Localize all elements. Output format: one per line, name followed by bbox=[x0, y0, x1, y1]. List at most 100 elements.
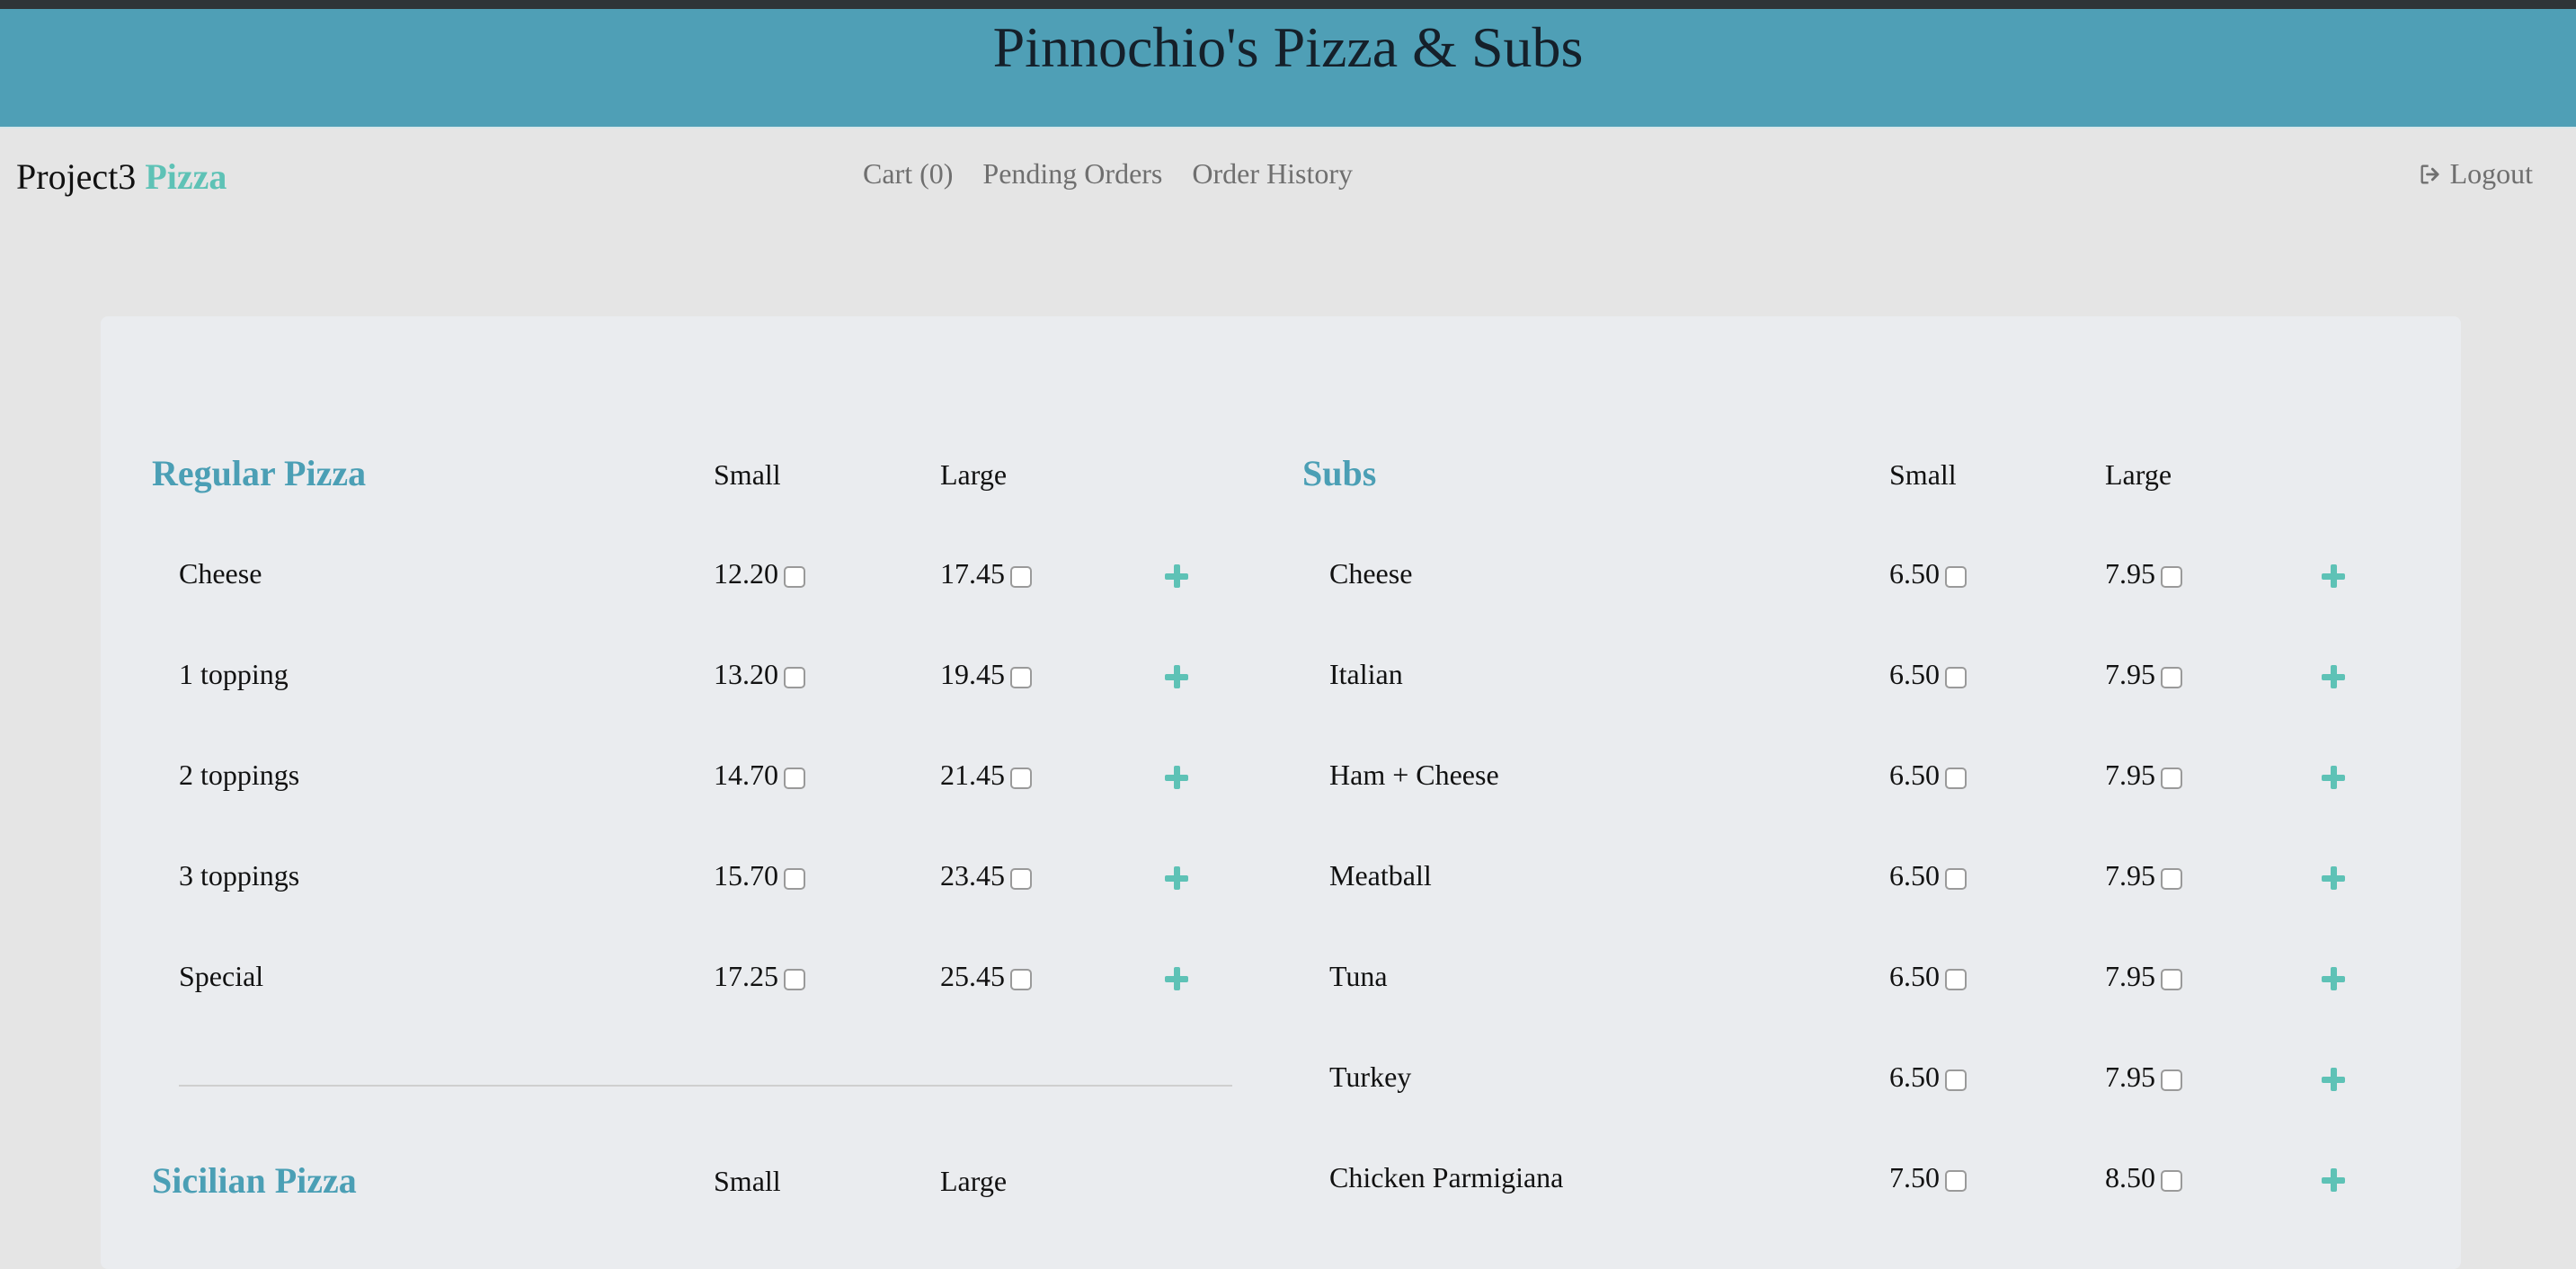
subs-item-name: Ham + Cheese bbox=[1329, 759, 1499, 791]
subs-item-name: Tuna bbox=[1329, 960, 1388, 992]
subs-large-checkbox[interactable] bbox=[2161, 666, 2182, 688]
regular-large-price: 19.45 bbox=[940, 658, 1032, 691]
subs-large-price: 7.95 bbox=[2105, 557, 2182, 590]
add-to-cart-plus-icon[interactable] bbox=[2322, 866, 2345, 890]
subs-small-price: 6.50 bbox=[1889, 859, 1967, 892]
subs-large-checkbox[interactable] bbox=[2161, 767, 2182, 789]
subs-small-price-value: 7.50 bbox=[1889, 1161, 1940, 1194]
subs-small-price-value: 6.50 bbox=[1889, 960, 1940, 992]
regular-small-price-value: 17.25 bbox=[714, 960, 778, 992]
subs-large-price-value: 8.50 bbox=[2105, 1161, 2155, 1194]
regular-small-price: 12.20 bbox=[714, 557, 805, 590]
subs-large-price: 7.95 bbox=[2105, 960, 2182, 993]
subs-small-checkbox[interactable] bbox=[1945, 767, 1967, 789]
regular-large-price-value: 19.45 bbox=[940, 658, 1005, 690]
add-to-cart-plus-icon[interactable] bbox=[2322, 766, 2345, 789]
sicilian-small-header: Small bbox=[714, 1165, 781, 1197]
regular-small-price-value: 15.70 bbox=[714, 859, 778, 892]
brand-main: Project3 bbox=[16, 156, 137, 197]
header-banner: Pinnochio's Pizza & Subs bbox=[0, 9, 2576, 129]
regular-small-checkbox[interactable] bbox=[784, 767, 805, 789]
regular-small-price-value: 14.70 bbox=[714, 759, 778, 791]
add-to-cart-plus-icon[interactable] bbox=[2322, 1068, 2345, 1091]
subs-small-checkbox[interactable] bbox=[1945, 968, 1967, 990]
subs-small-checkbox[interactable] bbox=[1945, 666, 1967, 688]
add-to-cart-plus-icon[interactable] bbox=[1165, 665, 1188, 688]
subs-item-name: Cheese bbox=[1329, 557, 1413, 590]
regular-small-checkbox[interactable] bbox=[784, 867, 805, 890]
logout-label: Logout bbox=[2449, 157, 2533, 190]
subs-small-price: 6.50 bbox=[1889, 557, 1967, 590]
sicilian-pizza-title: Sicilian Pizza bbox=[152, 1160, 357, 1201]
subs-large-checkbox[interactable] bbox=[2161, 968, 2182, 990]
nav-cart-link[interactable]: Cart (0) bbox=[863, 157, 953, 191]
add-to-cart-plus-icon[interactable] bbox=[1165, 766, 1188, 789]
subs-large-price-value: 7.95 bbox=[2105, 859, 2155, 892]
subs-small-price: 6.50 bbox=[1889, 658, 1967, 691]
sign-out-icon bbox=[2421, 164, 2439, 183]
subs-small-checkbox[interactable] bbox=[1945, 565, 1967, 588]
subs-small-price: 7.50 bbox=[1889, 1161, 1967, 1194]
regular-pizza-title: Regular Pizza bbox=[152, 453, 367, 493]
subs-large-price: 7.95 bbox=[2105, 658, 2182, 691]
regular-large-price: 25.45 bbox=[940, 960, 1032, 993]
regular-large-checkbox[interactable] bbox=[1010, 867, 1032, 890]
subs-small-checkbox[interactable] bbox=[1945, 1069, 1967, 1091]
regular-small-header: Small bbox=[714, 458, 781, 491]
regular-small-checkbox[interactable] bbox=[784, 666, 805, 688]
subs-small-checkbox[interactable] bbox=[1945, 1169, 1967, 1192]
brand-accent: Pizza bbox=[145, 156, 227, 197]
regular-large-price: 21.45 bbox=[940, 759, 1032, 792]
add-to-cart-plus-icon[interactable] bbox=[1165, 967, 1188, 990]
regular-large-header: Large bbox=[940, 458, 1008, 491]
regular-item-name: Special bbox=[179, 960, 264, 992]
regular-large-checkbox[interactable] bbox=[1010, 767, 1032, 789]
regular-large-price-value: 17.45 bbox=[940, 557, 1005, 590]
subs-large-checkbox[interactable] bbox=[2161, 1169, 2182, 1192]
subs-large-checkbox[interactable] bbox=[2161, 867, 2182, 890]
subs-small-checkbox[interactable] bbox=[1945, 867, 1967, 890]
logout-link[interactable]: Logout bbox=[2418, 157, 2533, 191]
regular-large-price-value: 23.45 bbox=[940, 859, 1005, 892]
top-strip bbox=[0, 0, 2576, 9]
site-title: Pinnochio's Pizza & Subs bbox=[992, 15, 1584, 79]
subs-large-checkbox[interactable] bbox=[2161, 1069, 2182, 1091]
subs-small-price: 6.50 bbox=[1889, 960, 1967, 993]
subs-small-price: 6.50 bbox=[1889, 1060, 1967, 1094]
regular-item-name: 1 topping bbox=[179, 658, 289, 690]
subs-large-price: 7.95 bbox=[2105, 759, 2182, 792]
nav-order-history-link[interactable]: Order History bbox=[1192, 157, 1353, 191]
regular-small-checkbox[interactable] bbox=[784, 968, 805, 990]
subs-large-price-value: 7.95 bbox=[2105, 557, 2155, 590]
add-to-cart-plus-icon[interactable] bbox=[2322, 1168, 2345, 1192]
regular-small-price: 14.70 bbox=[714, 759, 805, 792]
regular-small-price: 17.25 bbox=[714, 960, 805, 993]
regular-item-name: Cheese bbox=[179, 557, 262, 590]
subs-small-price-value: 6.50 bbox=[1889, 658, 1940, 690]
subs-item-name: Italian bbox=[1329, 658, 1403, 690]
regular-large-price-value: 21.45 bbox=[940, 759, 1005, 791]
subs-item-name: Meatball bbox=[1329, 859, 1432, 892]
regular-large-price-value: 25.45 bbox=[940, 960, 1005, 992]
add-to-cart-plus-icon[interactable] bbox=[1165, 866, 1188, 890]
regular-small-checkbox[interactable] bbox=[784, 565, 805, 588]
navbar: Project3 Pizza Cart (0) Pending Orders O… bbox=[0, 129, 2576, 227]
brand-logo[interactable]: Project3 Pizza bbox=[16, 155, 227, 198]
subs-large-price: 8.50 bbox=[2105, 1161, 2182, 1194]
subs-small-price: 6.50 bbox=[1889, 759, 1967, 792]
nav-pending-orders-link[interactable]: Pending Orders bbox=[982, 157, 1162, 191]
add-to-cart-plus-icon[interactable] bbox=[2322, 564, 2345, 588]
regular-large-checkbox[interactable] bbox=[1010, 565, 1032, 588]
subs-large-price-value: 7.95 bbox=[2105, 759, 2155, 791]
subs-item-name: Turkey bbox=[1329, 1060, 1412, 1093]
add-to-cart-plus-icon[interactable] bbox=[2322, 967, 2345, 990]
regular-large-checkbox[interactable] bbox=[1010, 666, 1032, 688]
add-to-cart-plus-icon[interactable] bbox=[1165, 564, 1188, 588]
regular-large-checkbox[interactable] bbox=[1010, 968, 1032, 990]
subs-large-checkbox[interactable] bbox=[2161, 565, 2182, 588]
subs-small-price-value: 6.50 bbox=[1889, 859, 1940, 892]
subs-small-header: Small bbox=[1889, 458, 1957, 491]
add-to-cart-plus-icon[interactable] bbox=[2322, 665, 2345, 688]
nav-links: Cart (0) Pending Orders Order History bbox=[863, 157, 1353, 191]
regular-item-name: 3 toppings bbox=[179, 859, 300, 892]
